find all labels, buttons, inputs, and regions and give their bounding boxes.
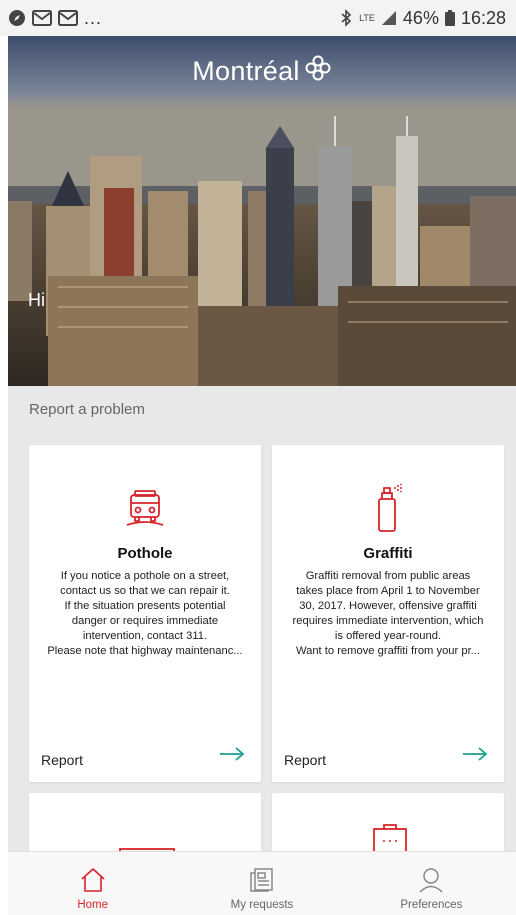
home-icon [79, 866, 107, 894]
report-card-partial[interactable] [29, 793, 261, 860]
pothole-card[interactable]: Pothole If you notice a pothole on a str… [29, 445, 261, 782]
arrow-right-icon[interactable] [462, 747, 488, 766]
network-type: LTE [359, 13, 375, 23]
gmail-icon [32, 10, 52, 26]
compass-icon [8, 9, 26, 27]
nav-preferences[interactable]: Preferences [347, 852, 516, 915]
nav-my-requests[interactable]: My requests [177, 852, 346, 915]
desc-line: danger or requires immediate [71, 615, 219, 627]
spray-can-icon [368, 483, 408, 538]
montreal-logo: Montréal [8, 54, 516, 89]
hero-banner: Montréal Hi [8, 36, 516, 386]
clock: 16:28 [460, 7, 506, 28]
card-title: Graffiti [363, 545, 413, 562]
report-card-partial[interactable] [272, 793, 504, 856]
signal-icon [381, 10, 397, 26]
desc-line: takes place from April 1 to November [296, 585, 480, 597]
desc-line: If the situation presents potential [64, 600, 226, 612]
arrow-right-icon[interactable] [219, 747, 245, 766]
desc-line: is offered year-round. [334, 630, 442, 642]
desc-line: contact us so that we can repair it. [60, 585, 230, 597]
gmail-icon [58, 10, 78, 26]
desc-line: requires immediate intervention, which [292, 615, 484, 627]
desc-line: Want to remove graffiti from your pr... [295, 645, 481, 657]
status-left: ... [8, 8, 102, 29]
report-button[interactable]: Report [41, 752, 83, 768]
bluetooth-icon [339, 9, 353, 27]
status-right: LTE 46% 16:28 [339, 8, 506, 29]
nav-label: My requests [230, 899, 294, 911]
graffiti-card[interactable]: Graffiti Graffiti removal from public ar… [272, 445, 504, 782]
desc-line: Please note that highway maintenanc... [47, 645, 243, 657]
desc-line: intervention, contact 311. [82, 630, 208, 642]
battery-icon [444, 10, 455, 26]
greeting-text: Hi [28, 290, 45, 310]
rosette-icon [304, 54, 332, 89]
nav-label: Preferences [400, 899, 463, 911]
bottom-navigation: Home My requests Preferences [8, 851, 516, 915]
desc-line: 30, 2017. However, offensive graffiti [299, 600, 477, 612]
logo-text: Montréal [192, 56, 300, 86]
nav-home[interactable]: Home [8, 852, 177, 915]
requests-icon [248, 866, 276, 894]
card-description: Graffiti removal from public areas takes… [280, 569, 496, 659]
report-button[interactable]: Report [284, 752, 326, 768]
desc-line: If you notice a pothole on a street, [60, 570, 230, 582]
car-front-icon [123, 485, 167, 534]
section-title: Report a problem [29, 401, 145, 418]
status-bar: ... LTE 46% 16:28 [0, 0, 516, 36]
card-title: Pothole [117, 545, 173, 562]
more-notifications: ... [84, 7, 103, 28]
person-icon [417, 866, 445, 894]
desc-line: Graffiti removal from public areas [305, 570, 471, 582]
card-description: If you notice a pothole on a street, con… [37, 569, 253, 659]
battery-percent: 46% [402, 7, 439, 28]
report-section: Report a problem Pothole If you notice a… [8, 386, 516, 860]
nav-label: Home [77, 899, 108, 911]
